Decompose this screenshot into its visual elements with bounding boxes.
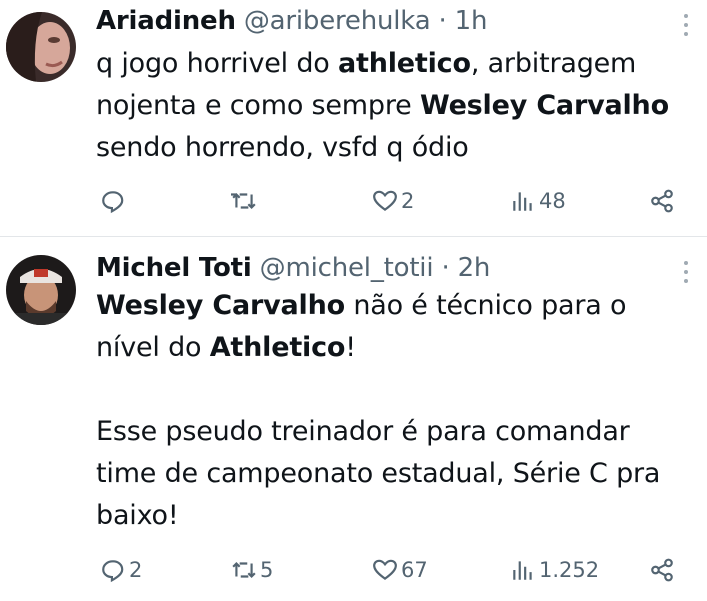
tweet-text-line: time de campeonato estadual, Série C pra <box>96 453 660 495</box>
text-run: não é técnico para o <box>344 290 627 321</box>
text-run: sendo horrendo, vsfd q ódio <box>96 132 469 163</box>
action-bar: 2 5 67 1.252 <box>0 553 707 587</box>
tweet-text-line: Wesley Carvalho não é técnico para o <box>96 285 660 327</box>
like-count: 67 <box>401 558 428 582</box>
tweet-text-line: q jogo horrivel do athletico, arbitragem <box>96 43 669 85</box>
tweet-text-line: nojenta e como sempre Wesley Carvalho <box>96 85 669 127</box>
retweet-icon <box>231 192 256 210</box>
action-bar: 2 48 <box>0 184 707 218</box>
bold-text: Athletico <box>209 332 346 363</box>
author-name[interactable]: Michel Toti <box>96 253 252 283</box>
more-icon[interactable] <box>683 14 689 41</box>
reply-icon <box>102 191 124 214</box>
share-button[interactable] <box>649 184 675 218</box>
like-button[interactable]: 2 <box>372 184 414 218</box>
like-icon <box>373 190 397 211</box>
tweet-header: Ariadineh @ariberehulka · 1h <box>96 6 487 36</box>
like-icon <box>373 559 397 580</box>
tweet-text-line: nível do Athletico! <box>96 327 660 369</box>
views-icon <box>513 561 532 580</box>
reply-button[interactable]: 2 <box>100 553 142 587</box>
tweet-text: q jogo horrivel do athletico, arbitragem… <box>96 43 669 169</box>
avatar[interactable] <box>6 255 76 325</box>
bold-text: Wesley Carvalho <box>96 290 345 321</box>
text-run: nível do <box>96 332 210 363</box>
author-name[interactable]: Ariadineh <box>96 6 236 36</box>
avatar[interactable] <box>6 12 76 82</box>
retweet-icon <box>232 561 256 579</box>
text-run: baixo! <box>96 500 179 531</box>
author-handle[interactable]: @ariberehulka <box>244 6 431 36</box>
views-button[interactable]: 1.252 <box>510 553 599 587</box>
tweet-header: Michel Toti @michel_totii · 2h <box>96 253 490 283</box>
tweet-text-line: Esse pseudo treinador é para comandar <box>96 411 660 453</box>
more-icon[interactable] <box>683 261 689 288</box>
like-count: 2 <box>401 189 415 213</box>
like-button[interactable]: 67 <box>372 553 428 587</box>
text-run: Esse pseudo treinador é para comandar <box>96 416 630 447</box>
share-icon <box>651 558 673 582</box>
views-icon <box>513 192 532 211</box>
views-button[interactable]: 48 <box>510 184 566 218</box>
text-run: , arbitragem <box>470 48 637 79</box>
bold-text: athletico <box>337 48 471 79</box>
share-icon <box>651 189 673 213</box>
timestamp[interactable]: 2h <box>458 253 491 283</box>
tweet-text-line: sendo horrendo, vsfd q ódio <box>96 127 669 169</box>
reply-icon <box>102 560 124 583</box>
retweet-count: 5 <box>260 558 274 582</box>
separator: · <box>441 253 450 283</box>
text-run: time de campeonato estadual, Série C pra <box>96 458 661 489</box>
retweet-button[interactable]: 5 <box>231 553 273 587</box>
text-run: ! <box>345 332 356 363</box>
bold-text: Wesley Carvalho <box>419 90 669 121</box>
tweet-text-line <box>96 369 660 411</box>
tweet-text: Wesley Carvalho não é técnico para o níve… <box>96 285 660 537</box>
tweet[interactable]: Michel Toti @michel_totii · 2h Wesley Ca… <box>0 237 707 601</box>
text-run: q jogo horrivel do <box>96 48 338 79</box>
author-handle[interactable]: @michel_totii <box>260 253 434 283</box>
separator: · <box>438 6 447 36</box>
timestamp[interactable]: 1h <box>455 6 488 36</box>
tweet-text-line: baixo! <box>96 495 660 537</box>
text-run: nojenta e como sempre <box>96 90 420 121</box>
retweet-button[interactable] <box>231 184 257 218</box>
tweet[interactable]: Ariadineh @ariberehulka · 1h q jogo horr… <box>0 0 707 237</box>
views-count: 48 <box>539 189 566 213</box>
views-count: 1.252 <box>539 558 600 582</box>
share-button[interactable] <box>649 553 675 587</box>
reply-button[interactable] <box>100 184 129 218</box>
reply-count: 2 <box>129 558 143 582</box>
